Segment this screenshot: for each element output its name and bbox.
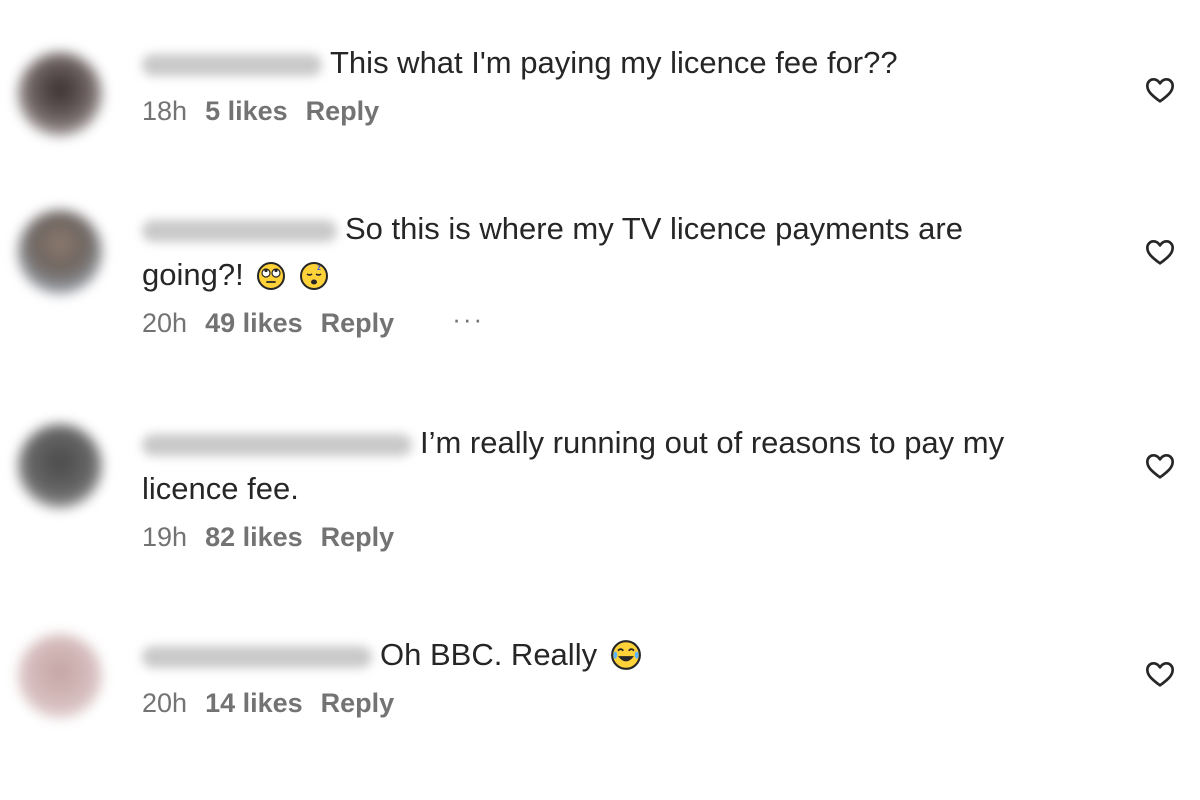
timestamp[interactable]: 19h [142,522,187,553]
timestamp[interactable]: 18h [142,96,187,127]
likes-count[interactable]: 5 likes [205,96,288,127]
sleeping-face-icon: z [299,262,328,290]
avatar[interactable] [18,634,102,718]
svg-text:z: z [317,263,321,272]
comment-text-continued: licence fee. [142,471,299,506]
face-with-tears-of-joy-icon [610,640,641,670]
username-blurred[interactable] [142,645,372,668]
username-blurred[interactable] [142,53,322,76]
comment-meta: 20h 49 likes Reply ··· [142,306,1092,339]
comment-text: Oh BBC. Really [142,632,1092,678]
avatar[interactable] [18,52,102,136]
username-blurred[interactable] [142,433,412,456]
comment-meta: 18h 5 likes Reply [142,96,1092,127]
like-heart-icon[interactable] [1144,236,1176,268]
comment-list: This what I'm paying my licence fee for?… [0,0,1200,800]
reply-button[interactable]: Reply [321,688,395,719]
like-heart-icon[interactable] [1144,658,1176,690]
comment-text-continued: going?! z [142,252,1092,298]
likes-count[interactable]: 82 likes [205,522,303,553]
avatar[interactable] [18,424,102,508]
more-options-icon[interactable]: ··· [452,306,484,332]
likes-count[interactable]: 49 likes [205,308,303,339]
reply-button[interactable]: Reply [306,96,380,127]
like-heart-icon[interactable] [1144,74,1176,106]
likes-count[interactable]: 14 likes [205,688,303,719]
comment-meta: 20h 14 likes Reply [142,688,1092,719]
avatar[interactable] [18,210,102,294]
face-with-rolling-eyes-icon [257,262,286,290]
like-heart-icon[interactable] [1144,450,1176,482]
timestamp[interactable]: 20h [142,688,187,719]
timestamp[interactable]: 20h [142,308,187,339]
reply-button[interactable]: Reply [321,308,395,339]
username-blurred[interactable] [142,219,337,242]
comment-text: This what I'm paying my licence fee for?… [142,40,1092,86]
comment-meta: 19h 82 likes Reply [142,522,1092,553]
comment-text: So this is where my TV licence payments … [142,206,1092,252]
comment-text: I’m really running out of reasons to pay… [142,420,1092,466]
reply-button[interactable]: Reply [321,522,395,553]
